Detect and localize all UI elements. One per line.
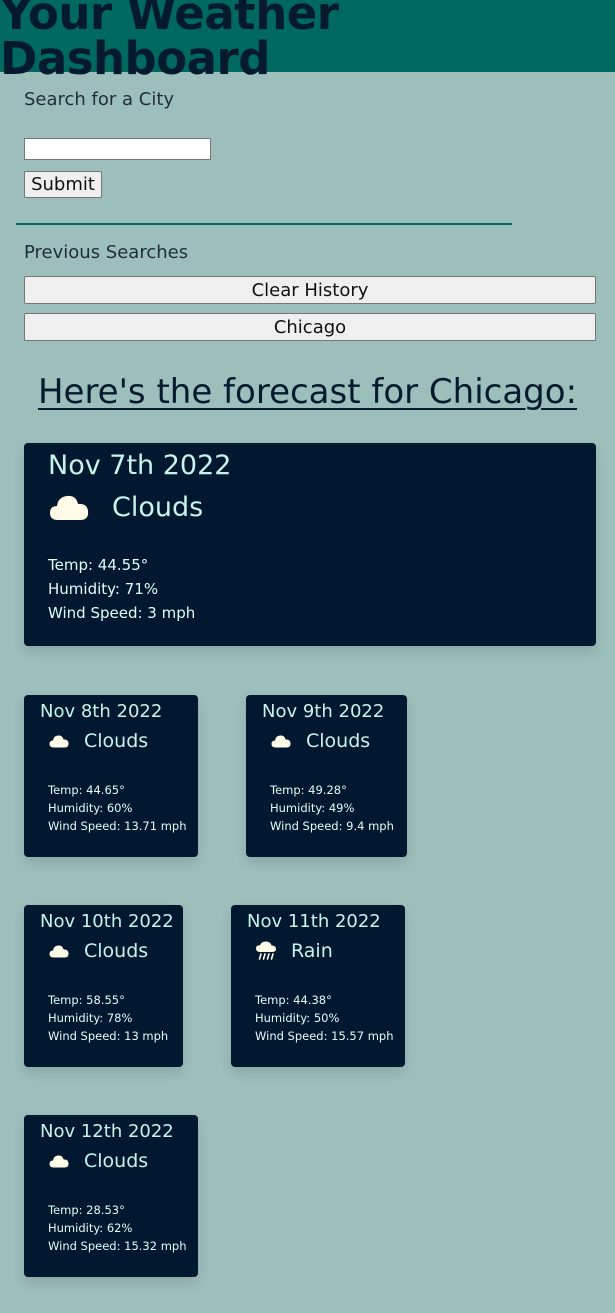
forecast-date: Nov 10th 2022 bbox=[40, 911, 174, 932]
forecast-temp: Temp: 58.55° bbox=[48, 993, 125, 1007]
forecast-stats: Temp: 28.53° Humidity: 62% Wind Speed: 1… bbox=[48, 1201, 187, 1255]
cloud-icon bbox=[48, 1151, 70, 1171]
forecast-condition: Rain bbox=[291, 940, 333, 962]
forecast-humidity: Humidity: 78% bbox=[48, 1011, 133, 1025]
forecast-wind-speed: Wind Speed: 13 mph bbox=[48, 1029, 169, 1043]
forecast-wind-speed: Wind Speed: 15.57 mph bbox=[255, 1029, 394, 1043]
forecast-stats: Temp: 49.28° Humidity: 49% Wind Speed: 9… bbox=[270, 781, 394, 835]
cloud-icon bbox=[270, 731, 292, 751]
forecast-date: Nov 12th 2022 bbox=[40, 1121, 174, 1142]
forecast-condition-row: Rain bbox=[255, 940, 333, 962]
current-weather-card: Nov 7th 2022 Clouds Temp: 44.55° Humidit… bbox=[24, 443, 596, 646]
forecast-temp: Temp: 49.28° bbox=[270, 783, 347, 797]
rain-icon bbox=[255, 941, 277, 961]
forecast-condition-row: Clouds bbox=[48, 940, 148, 962]
forecast-date: Nov 11th 2022 bbox=[247, 911, 381, 932]
forecast-condition: Clouds bbox=[84, 730, 149, 752]
current-humidity: Humidity: 71% bbox=[48, 580, 159, 598]
current-temp: Temp: 44.55° bbox=[48, 556, 149, 574]
forecast-stats: Temp: 44.38° Humidity: 50% Wind Speed: 1… bbox=[255, 991, 394, 1045]
cloud-icon bbox=[48, 491, 90, 523]
forecast-condition-row: Clouds bbox=[48, 730, 148, 752]
forecast-heading: Here's the forecast for Chicago: bbox=[37, 372, 578, 412]
forecast-humidity: Humidity: 50% bbox=[255, 1011, 340, 1025]
forecast-humidity: Humidity: 62% bbox=[48, 1221, 133, 1235]
cloud-icon bbox=[48, 731, 70, 751]
current-date: Nov 7th 2022 bbox=[48, 450, 232, 481]
forecast-condition: Clouds bbox=[84, 1150, 149, 1172]
page-header: Your Weather Dashboard bbox=[0, 0, 615, 81]
forecast-wind-speed: Wind Speed: 15.32 mph bbox=[48, 1239, 187, 1253]
current-wind-speed: Wind Speed: 3 mph bbox=[48, 604, 196, 622]
forecast-condition: Clouds bbox=[84, 940, 149, 962]
forecast-humidity: Humidity: 49% bbox=[270, 801, 355, 815]
forecast-date: Nov 9th 2022 bbox=[262, 701, 385, 722]
current-condition: Clouds bbox=[112, 491, 204, 523]
forecast-wind-speed: Wind Speed: 13.71 mph bbox=[48, 819, 187, 833]
forecast-temp: Temp: 44.65° bbox=[48, 783, 125, 797]
forecast-card: Nov 11th 2022 Rain Temp: 44.38° Humidity… bbox=[231, 905, 405, 1067]
divider bbox=[16, 223, 512, 225]
clear-history-button[interactable]: Clear History bbox=[24, 276, 596, 304]
forecast-condition-row: Clouds bbox=[270, 730, 370, 752]
history-item-chicago[interactable]: Chicago bbox=[24, 313, 596, 341]
forecast-date: Nov 8th 2022 bbox=[40, 701, 163, 722]
page-title: Your Weather Dashboard bbox=[0, 0, 339, 85]
current-stats: Temp: 44.55° Humidity: 71% Wind Speed: 3… bbox=[48, 553, 195, 625]
city-search-input[interactable] bbox=[24, 138, 211, 160]
forecast-temp: Temp: 44.38° bbox=[255, 993, 332, 1007]
forecast-stats: Temp: 58.55° Humidity: 78% Wind Speed: 1… bbox=[48, 991, 168, 1045]
current-condition-row: Clouds bbox=[48, 491, 203, 523]
submit-button[interactable]: Submit bbox=[24, 171, 102, 198]
forecast-humidity: Humidity: 60% bbox=[48, 801, 133, 815]
forecast-condition-row: Clouds bbox=[48, 1150, 148, 1172]
forecast-stats: Temp: 44.65° Humidity: 60% Wind Speed: 1… bbox=[48, 781, 187, 835]
search-label: Search for a City bbox=[24, 89, 175, 110]
forecast-condition: Clouds bbox=[306, 730, 371, 752]
forecast-wind-speed: Wind Speed: 9.4 mph bbox=[270, 819, 394, 833]
forecast-card: Nov 8th 2022 Clouds Temp: 44.65° Humidit… bbox=[24, 695, 198, 857]
forecast-card: Nov 10th 2022 Clouds Temp: 58.55° Humidi… bbox=[24, 905, 183, 1067]
forecast-card: Nov 9th 2022 Clouds Temp: 49.28° Humidit… bbox=[246, 695, 407, 857]
cloud-icon bbox=[48, 941, 70, 961]
forecast-temp: Temp: 28.53° bbox=[48, 1203, 125, 1217]
forecast-card: Nov 12th 2022 Clouds Temp: 28.53° Humidi… bbox=[24, 1115, 198, 1277]
previous-searches-label: Previous Searches bbox=[24, 242, 189, 263]
